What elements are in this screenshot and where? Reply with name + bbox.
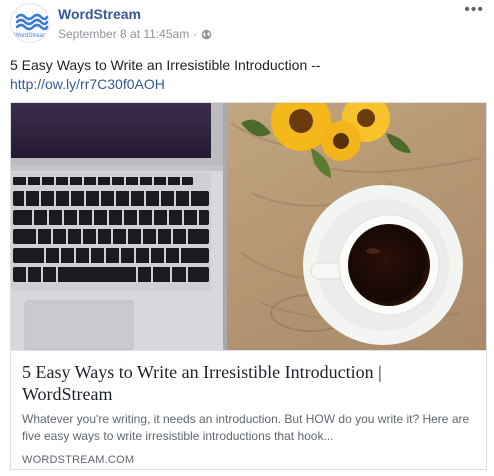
laptop-coffee-photo	[11, 103, 486, 350]
author-name[interactable]: WordStream	[58, 6, 141, 22]
link-preview-card[interactable]: 5 Easy Ways to Write an Irresistible Int…	[10, 102, 487, 470]
post-link[interactable]: http://ow.ly/rr7C30f0AOH	[10, 75, 480, 94]
post-message: 5 Easy Ways to Write an Irresistible Int…	[10, 56, 480, 94]
card-title[interactable]: 5 Easy Ways to Write an Irresistible Int…	[22, 361, 475, 405]
post-text: 5 Easy Ways to Write an Irresistible Int…	[10, 57, 321, 73]
globe-icon[interactable]	[201, 29, 212, 40]
card-image[interactable]	[11, 103, 486, 350]
avatar[interactable]: WordStream	[10, 3, 50, 43]
card-domain: WORDSTREAM.COM	[22, 454, 135, 466]
avatar-logo-text: WordStream	[14, 33, 48, 39]
card-description: Whatever you're writing, it needs an int…	[22, 412, 470, 443]
facebook-post: WordStream WordStream September 8 at 11:…	[0, 0, 494, 476]
card-body[interactable]: 5 Easy Ways to Write an Irresistible Int…	[11, 350, 486, 469]
more-options-icon[interactable]: •••	[464, 2, 484, 18]
meta-separator: ·	[193, 27, 198, 41]
wordstream-logo-icon: WordStream	[14, 13, 49, 39]
timestamp[interactable]: September 8 at 11:45am	[58, 27, 189, 41]
post-meta: September 8 at 11:45am ·	[58, 27, 212, 41]
